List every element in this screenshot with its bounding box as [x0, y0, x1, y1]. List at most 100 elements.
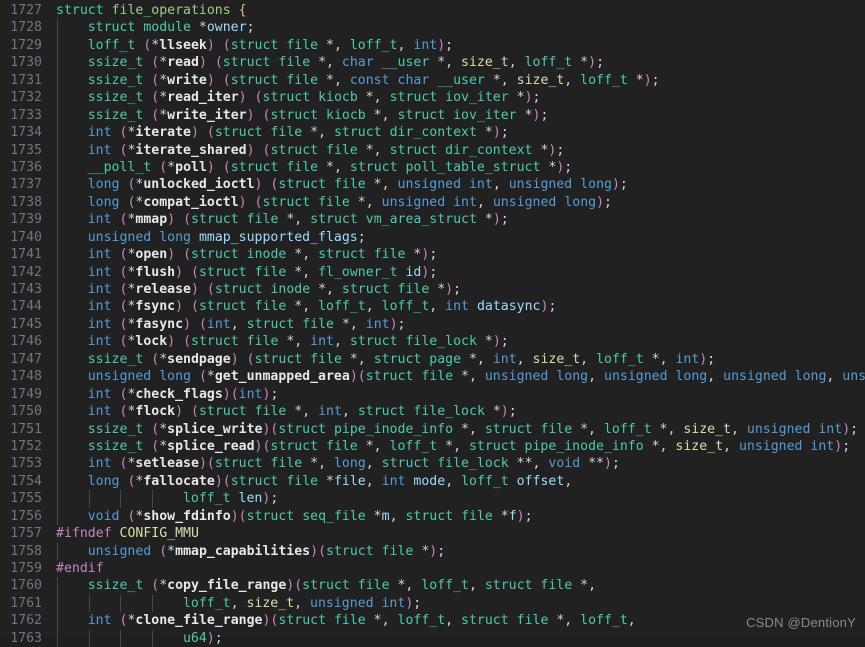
- indent-guide: [57, 333, 58, 351]
- line-number: 1736: [10, 159, 42, 175]
- token-type: loff_t: [182, 491, 231, 507]
- indent-guide: [57, 54, 58, 72]
- indent-guide: [57, 507, 58, 526]
- code-line[interactable]: 1749 int (*check_flags)(int);: [0, 385, 865, 404]
- token-op: ;: [611, 456, 620, 472]
- code-editor[interactable]: 1727 struct file_operations {1728 struct m…: [0, 0, 865, 647]
- token-ident: offset: [516, 473, 565, 489]
- token-ident: id: [405, 264, 422, 280]
- token-fname: fallocate: [143, 473, 215, 489]
- code-line[interactable]: 1727 struct file_operations {: [0, 2, 865, 19]
- code-line[interactable]: 1735 int (*iterate_shared) (struct file *…: [0, 141, 865, 159]
- token-type: struct: [222, 55, 271, 71]
- code-line[interactable]: 1744 int (*fsync) (struct file *, loff_t,…: [0, 298, 865, 316]
- token-type: file_lock: [405, 334, 477, 350]
- code-line[interactable]: 1761 loff_t, size_t, unsigned int);: [0, 594, 865, 613]
- token-op: [350, 578, 358, 593]
- indent-guide: [57, 455, 58, 473]
- code-line[interactable]: 1731 ssize_t (*write) (struct file *, con…: [0, 71, 865, 90]
- code-line[interactable]: 1758 unsigned (*mmap_capabilities)(struct…: [0, 542, 865, 560]
- token-type: __poll_t: [87, 159, 152, 175]
- code-line[interactable]: 1733 ssize_t (*write_iter) (struct kiocb …: [0, 106, 865, 125]
- token-punc: ): [492, 212, 501, 228]
- token-op: ;: [429, 264, 438, 280]
- token-punc: ): [206, 159, 215, 175]
- token-op: [112, 317, 120, 332]
- token-op: [390, 73, 398, 88]
- code-line[interactable]: 1760 ssize_t (*copy_file_range)(struct fi…: [0, 577, 865, 595]
- token-ident: mmap_supported_flags: [198, 229, 358, 245]
- token-kw: unsigned: [87, 229, 152, 245]
- token-op: [112, 387, 120, 402]
- token-op: [239, 247, 247, 262]
- token-op: [247, 299, 255, 314]
- line-number: 1758: [10, 543, 42, 559]
- code-line[interactable]: 1755 loff_t len);: [0, 490, 865, 508]
- token-punc: (: [206, 456, 215, 472]
- token-type: ssize_t: [87, 107, 144, 123]
- indent-guide: [88, 629, 90, 647]
- token-op: *,: [286, 264, 319, 280]
- code-line[interactable]: 1737 long (*unlocked_ioctl) (struct file …: [0, 176, 865, 194]
- code-line[interactable]: 1763 u64);: [0, 629, 865, 647]
- token-op: *: [365, 508, 382, 524]
- token-punc: (: [294, 578, 303, 594]
- indent-guide: [57, 594, 58, 613]
- token-punc: ): [246, 107, 255, 123]
- code-line[interactable]: 1754 long (*fallocate)(struct file *file,…: [0, 472, 865, 491]
- token-type: struct: [191, 334, 239, 350]
- indent-guide: [57, 629, 58, 647]
- code-line[interactable]: 1728 struct module *owner;: [0, 19, 865, 37]
- token-kw: long: [794, 369, 827, 385]
- token-op: *,: [334, 316, 366, 332]
- code-line[interactable]: 1732 ssize_t (*read_iter) (struct kiocb *…: [0, 89, 865, 107]
- code-line[interactable]: 1742 int (*flush) (struct file *, fl_owne…: [0, 263, 865, 281]
- token-punc: (: [222, 473, 231, 489]
- code-line[interactable]: 1746 int (*lock) (struct file *, int, str…: [0, 333, 865, 351]
- token-op: [231, 3, 239, 18]
- indent-guide: [57, 490, 58, 508]
- line-number: 1755: [10, 491, 42, 507]
- token-punc: (: [183, 334, 192, 350]
- token-type: struct: [262, 90, 311, 106]
- code-line[interactable]: 1740 unsigned long mmap_supported_flags;: [0, 228, 865, 247]
- token-op: ,: [826, 369, 843, 385]
- token-punc: (: [191, 299, 199, 315]
- code-line[interactable]: 1752 ssize_t (*splice_read)(struct file *…: [0, 437, 865, 456]
- code-line[interactable]: 1730 ssize_t (*read) (struct file *, char…: [0, 54, 865, 72]
- code-line[interactable]: 1762 int (*clone_file_range)(struct file …: [0, 612, 865, 630]
- code-line[interactable]: 1757 #ifndef CONFIG_MMU: [0, 525, 865, 542]
- token-fn: size_t: [461, 55, 509, 71]
- token-fn: size_t: [683, 421, 731, 437]
- token-type: struct: [230, 159, 279, 175]
- token-pp: #endif: [56, 561, 104, 576]
- token-type: seq_file: [302, 508, 366, 524]
- code-line[interactable]: 1750 int (*flock) (struct file *, int, st…: [0, 403, 865, 421]
- code-line[interactable]: 1736 __poll_t (*poll) (struct file *, str…: [0, 158, 865, 177]
- code-line[interactable]: 1729 loff_t (*llseek) (struct file *, lof…: [0, 36, 865, 55]
- code-line[interactable]: 1747 ssize_t (*sendpage) (struct file *, …: [0, 350, 865, 369]
- token-type: struct: [310, 212, 358, 228]
- code-line[interactable]: 1759 #endif: [0, 560, 865, 577]
- code-line[interactable]: 1753 int (*setlease)(struct file *, long,…: [0, 455, 865, 473]
- code-lines-container[interactable]: 1727 struct file_operations {1728 struct m…: [0, 0, 865, 647]
- code-line[interactable]: 1739 int (*mmap) (struct file *, struct v…: [0, 211, 865, 229]
- code-line[interactable]: 1738 long (*compat_ioctl) (struct file *,…: [0, 193, 865, 212]
- token-type: file: [310, 351, 342, 367]
- code-line[interactable]: 1743 int (*release) (struct inode *, stru…: [0, 281, 865, 299]
- token-type: file: [373, 247, 406, 263]
- token-type: loff_t: [461, 473, 509, 489]
- token-kw: char: [341, 55, 374, 71]
- token-op: *: [159, 578, 168, 594]
- code-text: ssize_t (*sendpage) (struct file *, stru…: [88, 351, 715, 368]
- code-line[interactable]: 1756 void (*show_fdinfo)(struct seq_file …: [0, 507, 865, 526]
- token-op: *: [159, 55, 168, 71]
- code-line[interactable]: 1748 unsigned long (*get_unmapped_area)(s…: [0, 368, 865, 386]
- token-op: [215, 38, 223, 53]
- token-type: file: [318, 194, 350, 210]
- code-line[interactable]: 1745 int (*fasync) (int, struct file *, i…: [0, 315, 865, 334]
- code-line[interactable]: 1734 int (*iterate) (struct file *, struc…: [0, 124, 865, 142]
- code-line[interactable]: 1741 int (*open) (struct inode *, struct …: [0, 246, 865, 264]
- token-type: struct: [230, 473, 279, 489]
- code-line[interactable]: 1751 ssize_t (*splice_write)(struct pipe_…: [0, 420, 865, 438]
